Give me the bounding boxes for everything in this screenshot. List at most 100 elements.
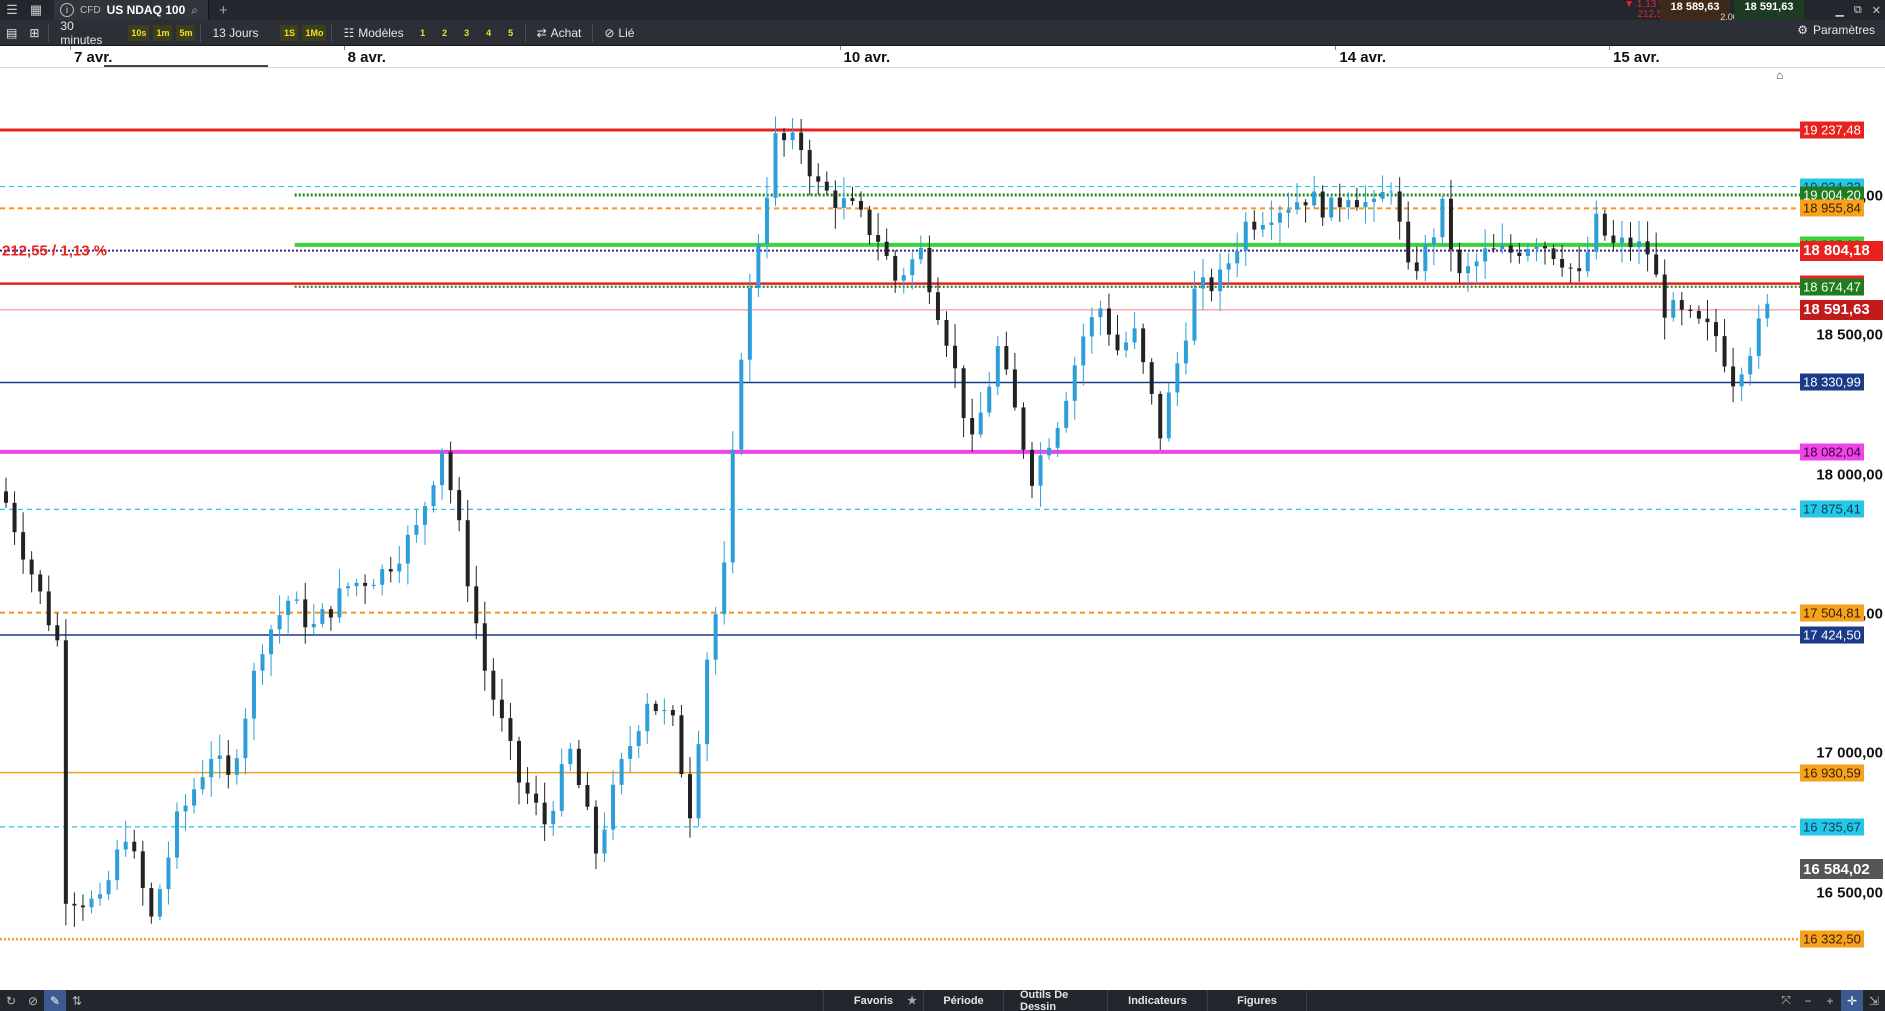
instrument-tab[interactable]: i CFD US NDAQ 100 ⌕ (54, 0, 209, 20)
cursor-icon[interactable]: ⇅ (66, 990, 88, 1011)
candle-body (1500, 245, 1505, 250)
candle-body (1474, 261, 1479, 267)
level-price-tag[interactable]: 16 930,59 (1800, 764, 1864, 782)
candle-body (1722, 336, 1727, 367)
fit-icon[interactable]: ⇲ (1863, 990, 1885, 1011)
candle-body (286, 600, 291, 616)
interval-10s-button[interactable]: 10s (128, 24, 150, 41)
candle-body (260, 654, 265, 671)
candle-body (294, 599, 299, 601)
level-price-tag[interactable]: 18 330,99 (1800, 373, 1864, 391)
candle-body (1654, 254, 1659, 275)
templates-button[interactable]: ☷ Modèles (335, 23, 411, 43)
candle-body (696, 744, 701, 819)
price-chart[interactable]: 212,55 / 1,13 % ⌂ (0, 68, 1800, 990)
refresh-icon[interactable]: ↻ (0, 990, 22, 1011)
level-price-tag[interactable]: 18 804,18 (1800, 240, 1883, 261)
candle-body (1414, 262, 1419, 272)
candle-body (807, 150, 812, 177)
level-price-tag[interactable]: 19 237,48 (1800, 121, 1864, 139)
grid-icon[interactable]: ▦ (24, 0, 48, 20)
candle-body (619, 758, 624, 785)
template-2-button[interactable]: 2 (435, 24, 454, 41)
period-1s-button[interactable]: 1S (280, 24, 299, 41)
settings-button[interactable]: ⚙ Paramètres (1797, 23, 1875, 37)
tab-favoris[interactable]: Favoris ★ (823, 990, 923, 1011)
candle-body (1337, 197, 1342, 208)
template-5-button[interactable]: 5 (501, 24, 520, 41)
interval-5m-button[interactable]: 5m (176, 24, 196, 41)
tab-indicateurs[interactable]: Indicateurs (1107, 990, 1207, 1011)
candle-body (568, 748, 573, 765)
y-axis-label: 18 500,00 (1816, 326, 1883, 344)
level-price-tag[interactable]: 17 424,50 (1800, 626, 1864, 644)
candle-body (1072, 365, 1077, 401)
search-icon[interactable]: ⌕ (191, 3, 198, 18)
template-3-button[interactable]: 3 (457, 24, 476, 41)
menu-icon[interactable]: ☰ (0, 0, 24, 20)
down-arrow-icon: ▼ (1624, 0, 1635, 10)
tab-figures[interactable]: Figures (1207, 990, 1307, 1011)
level-price-tag[interactable]: 18 674,47 (1800, 278, 1864, 296)
level-price-tag[interactable]: 16 735,67 (1800, 818, 1864, 836)
buy-price-button[interactable]: 18 591,63 (1734, 0, 1804, 20)
separator (200, 23, 202, 42)
level-price-tag[interactable]: 16 584,02 (1800, 859, 1883, 880)
y-axis[interactable]: 16 500,0017 000,0017 500,0018 000,0018 5… (1800, 68, 1885, 990)
candle-body (508, 718, 513, 741)
level-price-tag[interactable]: 17 504,81 (1800, 604, 1864, 622)
instrument-type: CFD (80, 4, 101, 16)
info-icon[interactable]: i (60, 3, 74, 17)
tab-periode[interactable]: Période (923, 990, 1003, 1011)
expand-icon[interactable]: ⤧ (1775, 990, 1797, 1011)
interval-1m-button[interactable]: 1m (153, 24, 173, 41)
candle-body (1218, 269, 1223, 292)
buy-button[interactable]: ⇄ Achat (529, 23, 590, 43)
level-price-tag[interactable]: 16 332,50 (1800, 930, 1864, 948)
candle-body (1423, 244, 1428, 272)
timeframe-select[interactable]: 30 minutes (52, 19, 126, 47)
candle-body (1115, 334, 1120, 351)
candle-body (1158, 393, 1163, 439)
candle-body (1243, 221, 1248, 251)
zoom-out-icon[interactable]: − (1797, 990, 1819, 1011)
template-4-button[interactable]: 4 (479, 24, 498, 41)
level-price-tag[interactable]: 18 082,04 (1800, 443, 1864, 461)
chart-list-icon[interactable]: ▤ (0, 23, 23, 43)
level-price-tag[interactable]: 18 955,84 (1800, 199, 1864, 217)
templates-icon: ☷ (343, 25, 355, 40)
link-button[interactable]: ⊘ Lié (596, 23, 642, 43)
star-icon[interactable]: ★ (907, 994, 917, 1007)
clear-icon[interactable]: ⊘ (22, 990, 44, 1011)
candle-body (1038, 455, 1043, 486)
x-axis-tick (70, 46, 71, 50)
close-icon[interactable]: ✕ (1872, 4, 1881, 17)
candle-body (1756, 318, 1761, 357)
candle-body (499, 699, 504, 719)
tab-outils-de-dessin[interactable]: Outils De Dessin (1003, 989, 1107, 1011)
level-price-tag[interactable]: 18 591,63 (1800, 299, 1883, 320)
zoom-in-icon[interactable]: + (1819, 990, 1841, 1011)
candle-body (1183, 340, 1188, 364)
candle-body (1354, 200, 1359, 208)
candle-body (935, 292, 940, 320)
period-select[interactable]: 13 Jours (204, 23, 278, 43)
y-axis-label: 18 000,00 (1816, 466, 1883, 484)
scroll-top-icon[interactable]: ⌂ (1776, 68, 1790, 82)
x-axis-label: 8 avr. (347, 49, 386, 66)
level-price-tag[interactable]: 17 875,41 (1800, 500, 1864, 518)
layout-icon[interactable]: ⊞ (23, 23, 45, 43)
period-1mo-button[interactable]: 1Mo (302, 24, 327, 41)
pencil-icon[interactable]: ✎ (44, 990, 66, 1011)
template-1-button[interactable]: 1 (413, 24, 432, 41)
candle-body (132, 841, 137, 852)
minimize-icon[interactable]: ▁ (1835, 4, 1843, 17)
candle-body (1671, 300, 1676, 318)
crosshair-icon[interactable]: ✛ (1841, 990, 1863, 1011)
candle-body (611, 784, 616, 830)
add-tab-icon[interactable]: + (219, 2, 228, 19)
candle-body (251, 670, 256, 719)
candle-body (1389, 191, 1394, 193)
candle-body (1731, 366, 1736, 387)
detach-icon[interactable]: ⧉ (1854, 4, 1862, 17)
